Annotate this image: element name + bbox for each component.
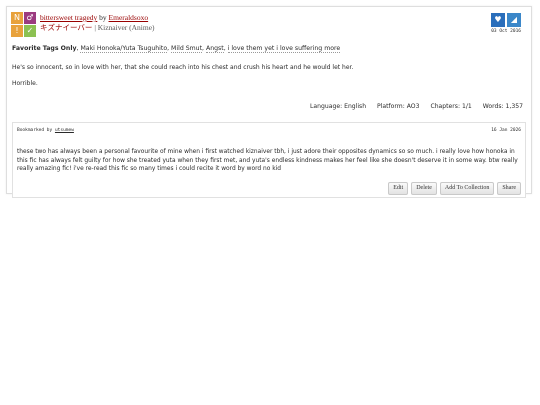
rating-icon[interactable]: N — [11, 12, 23, 24]
tag-item[interactable]: Angst — [205, 45, 224, 53]
work-title-link[interactable]: bittersweet tragedy — [40, 13, 97, 22]
share-button[interactable]: Share — [497, 182, 521, 195]
bookmark-card: N ♂ ! ✓ bittersweet tragedy by Emeraldso… — [6, 6, 532, 198]
platform-label: Platform: — [377, 103, 405, 110]
language-value: English — [344, 103, 367, 110]
complete-icon[interactable]: ✓ — [24, 25, 36, 37]
fandom-line: キズナイーバー | Kiznaiver (Anime) — [40, 23, 155, 33]
required-tags: N ♂ ! ✓ — [11, 12, 37, 38]
fandom-link-en[interactable]: Kiznaiver (Anime) — [98, 23, 155, 32]
heart-icon[interactable]: ♥ — [491, 13, 505, 27]
words-value: 1,357 — [505, 103, 523, 110]
work-stats: Language: English Platform: AO3 Chapters… — [310, 103, 523, 110]
fandom-link-jp[interactable]: キズナイーバー — [40, 23, 92, 32]
category-icon[interactable]: ♂ — [24, 12, 36, 24]
chapters-value: 1/1 — [461, 103, 472, 110]
tag-item[interactable]: Mild Smut — [171, 45, 203, 53]
bookmark-corner-icon[interactable]: ◢ — [507, 13, 521, 27]
add-to-collection-button[interactable]: Add To Collection — [439, 182, 495, 195]
by-text: by — [99, 13, 107, 22]
warning-icon[interactable]: ! — [11, 25, 23, 37]
bookmark-note: these two has always been a personal fav… — [17, 149, 518, 173]
tag-item[interactable]: i love them yet i love suffering more — [227, 45, 341, 53]
tag-item[interactable]: Maki Honoka/Yuta Tsuguhito — [80, 45, 168, 53]
language-label: Language: — [310, 103, 343, 110]
tags-label: Favorite Tags Only — [12, 45, 77, 52]
bookmarker-link[interactable]: utsumew — [55, 128, 74, 133]
platform-value: AO3 — [406, 103, 420, 110]
bookmarked-by: Bookmarked by utsumew — [17, 128, 74, 133]
words-label: Words: — [482, 103, 504, 110]
bookmark-icons: ♥ ◢ — [491, 13, 521, 27]
work-heading: bittersweet tragedy by Emeraldsoxo — [40, 13, 148, 23]
fandom-separator: | — [94, 23, 96, 32]
bookmark-date: 16 Jan 2026 — [491, 128, 521, 133]
bookmark-actions: Edit Delete Add To Collection Share — [385, 182, 521, 195]
chapters-label: Chapters: — [430, 103, 461, 110]
tags-line: Favorite Tags Only, Maki Honoka/Yuta Tsu… — [12, 45, 341, 53]
author-link[interactable]: Emeraldsoxo — [109, 13, 149, 22]
summary: He's so innocent, so in love with her, t… — [12, 64, 522, 96]
bookmarked-by-label: Bookmarked by — [17, 128, 53, 133]
delete-button[interactable]: Delete — [411, 182, 437, 195]
bookmark-note-block: Bookmarked by utsumew 16 Jan 2026 these … — [12, 122, 526, 198]
work-date: 03 Oct 2016 — [491, 29, 521, 34]
summary-paragraph: He's so innocent, so in love with her, t… — [12, 64, 354, 71]
summary-paragraph: Horrible. — [12, 80, 38, 87]
edit-button[interactable]: Edit — [388, 182, 409, 195]
